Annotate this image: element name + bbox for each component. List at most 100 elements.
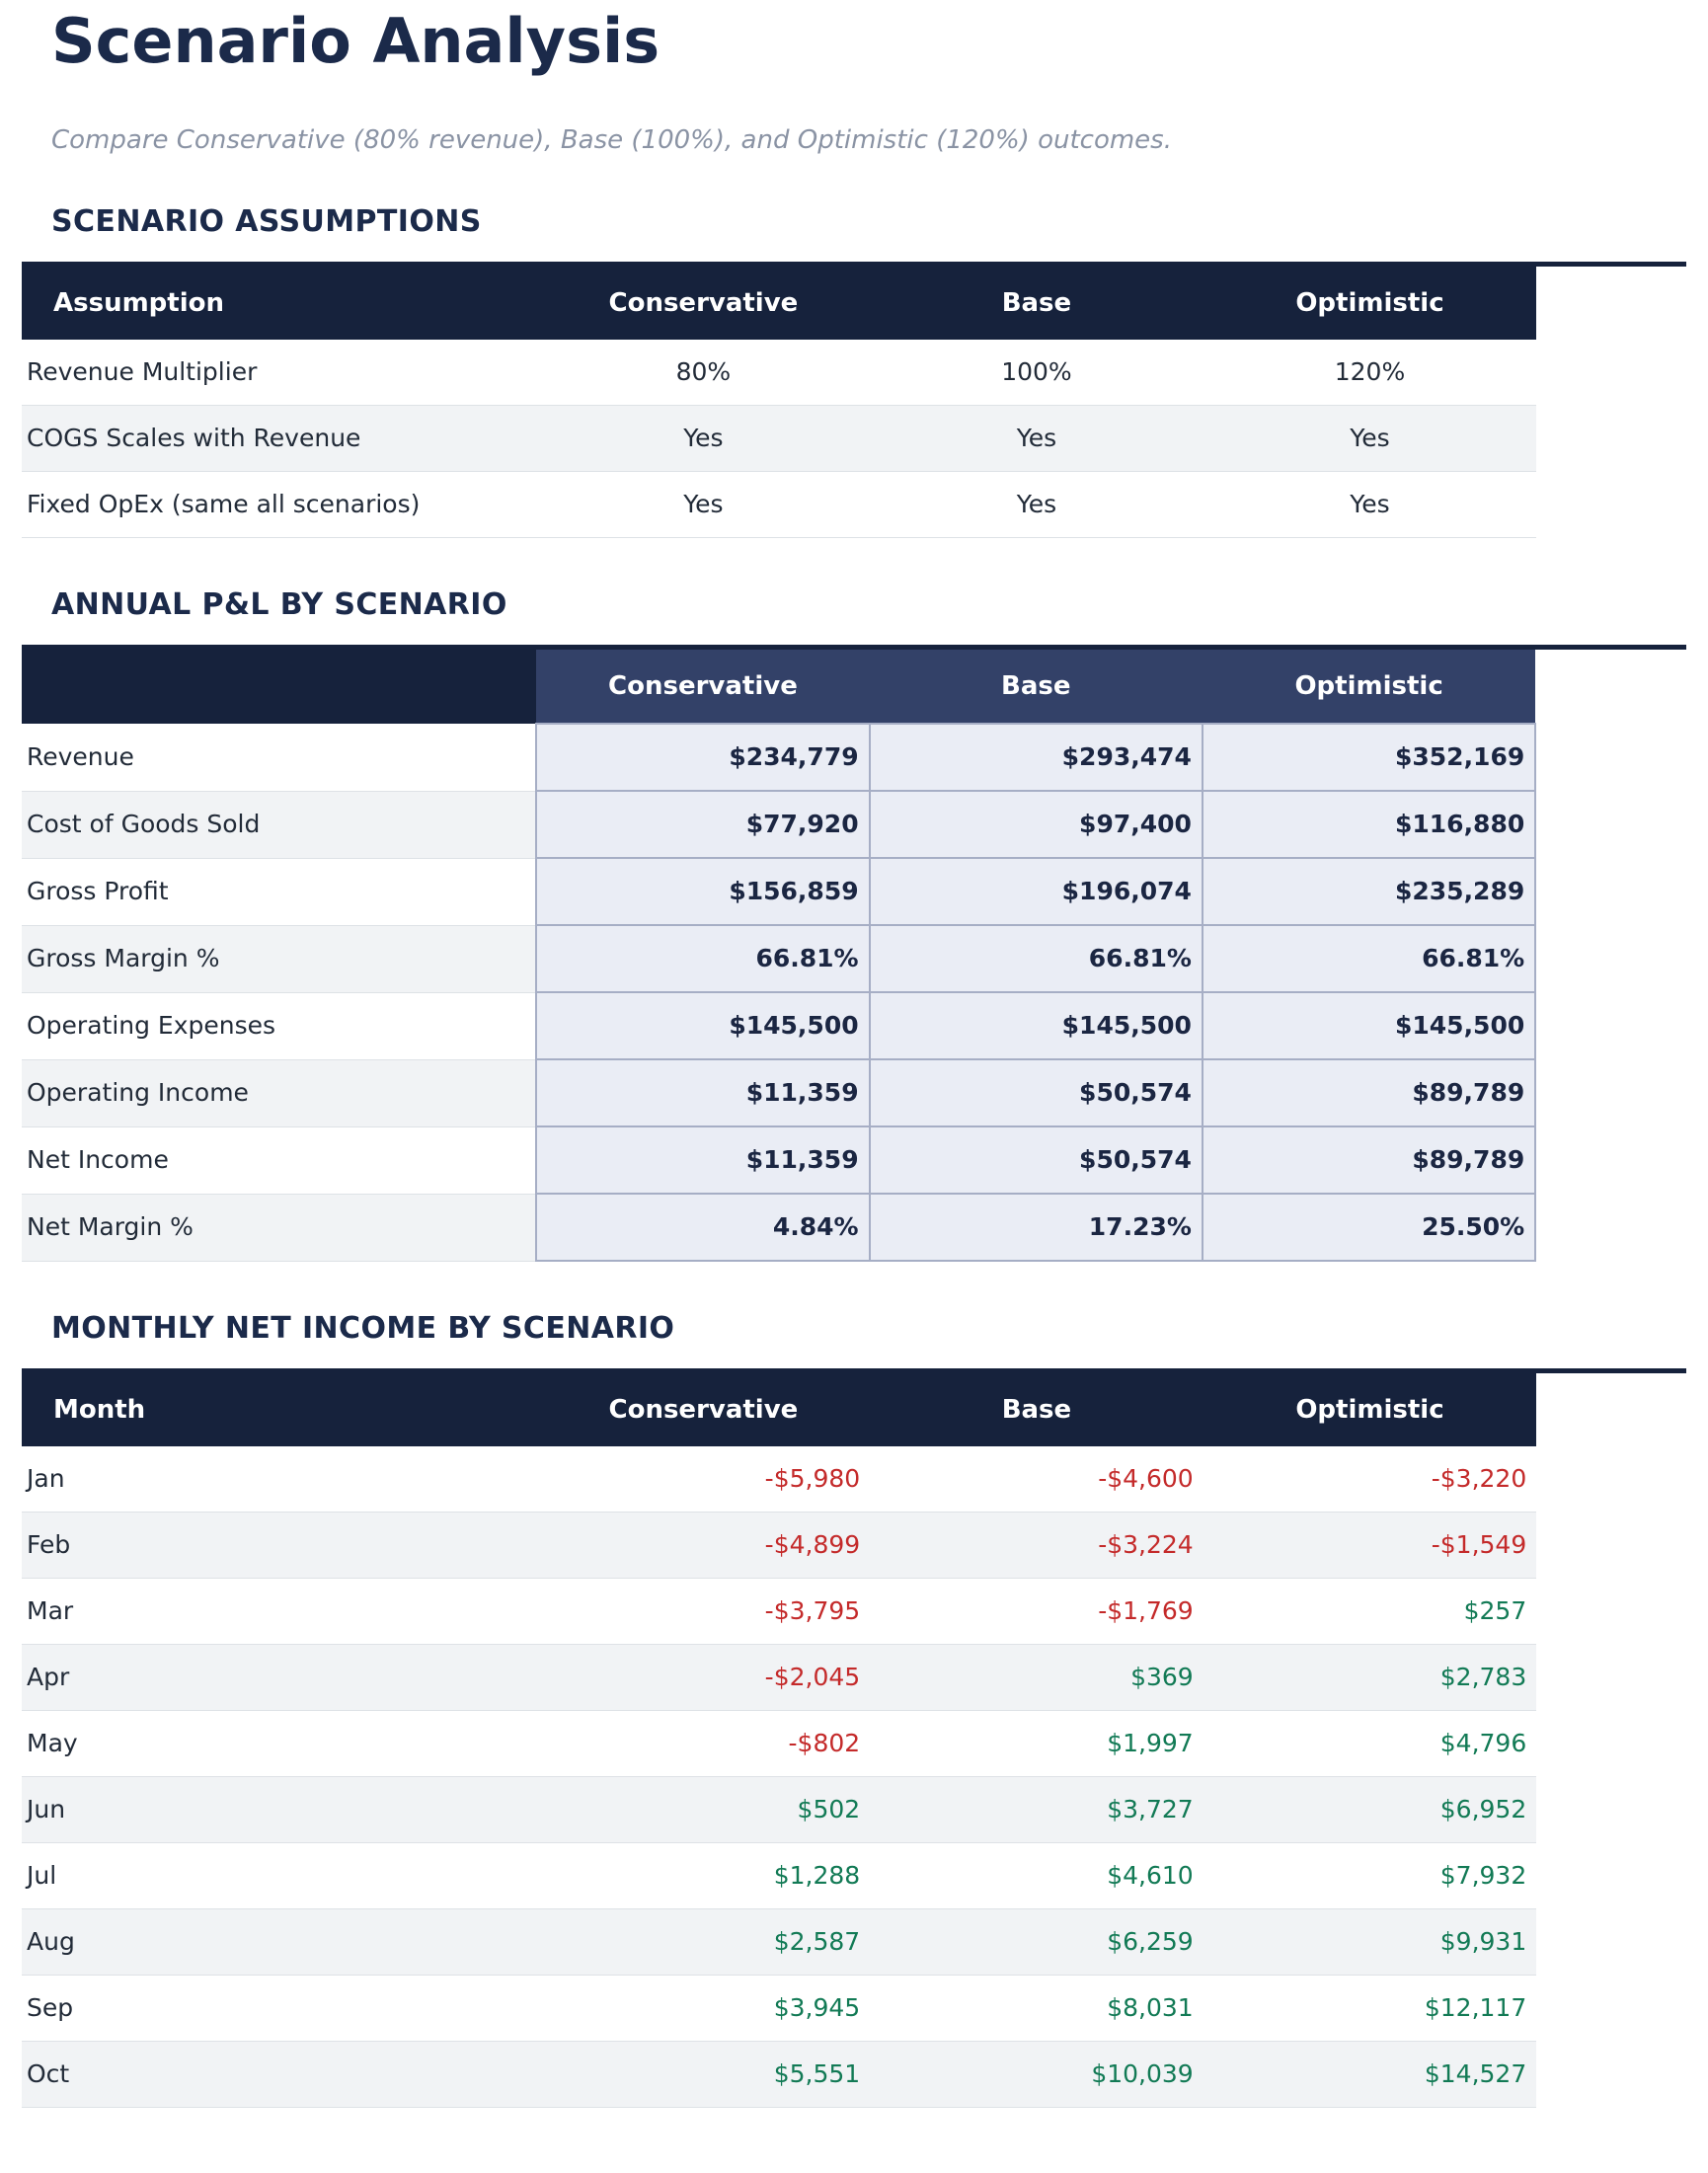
table-row: Cost of Goods Sold $77,920 $97,400 $116,… [22, 791, 1535, 858]
row-label: Aug [22, 1909, 537, 1976]
cell-value: 80% [537, 340, 871, 406]
table-row: Revenue Multiplier 80% 100% 120% [22, 340, 1536, 406]
cell-value: Yes [537, 472, 871, 538]
table-row: Revenue $234,779 $293,474 $352,169 [22, 724, 1535, 791]
cell-value: $502 [537, 1777, 871, 1843]
cell-value: $50,574 [870, 1059, 1203, 1126]
cell-value: $369 [870, 1645, 1203, 1711]
row-label: Cost of Goods Sold [22, 791, 536, 858]
row-label: Mar [22, 1579, 537, 1645]
cell-value: $2,783 [1203, 1645, 1537, 1711]
table-row: May -$802 $1,997 $4,796 [22, 1711, 1536, 1777]
cell-value: $10,039 [870, 2042, 1203, 2108]
row-label: Gross Margin % [22, 925, 536, 992]
table-row: Jul $1,288 $4,610 $7,932 [22, 1843, 1536, 1909]
cell-value: $4,610 [870, 1843, 1203, 1909]
cell-value: 100% [870, 340, 1203, 406]
cell-value: $5,551 [537, 2042, 871, 2108]
cell-value: Yes [870, 406, 1203, 472]
cell-value: Yes [537, 406, 871, 472]
column-header-optimistic: Optimistic [1203, 267, 1537, 340]
cell-value: $196,074 [870, 858, 1203, 925]
table-row: Operating Income $11,359 $50,574 $89,789 [22, 1059, 1535, 1126]
partial-clipped-row [22, 2108, 1536, 2167]
cell-value: $6,259 [870, 1909, 1203, 1976]
column-header-month: Month [22, 1373, 537, 1446]
page-subtitle: Compare Conservative (80% revenue), Base… [51, 125, 1686, 155]
cell-value: $6,952 [1203, 1777, 1537, 1843]
cell-value: $1,288 [537, 1843, 871, 1909]
cell-value: 120% [1203, 340, 1537, 406]
cell-value: -$4,600 [870, 1446, 1203, 1513]
column-header-base: Base [870, 1373, 1203, 1446]
cell-value: -$1,769 [870, 1579, 1203, 1645]
row-label: Jan [22, 1446, 537, 1513]
column-header-blank [22, 650, 536, 724]
row-label: Operating Expenses [22, 992, 536, 1059]
report-page: Scenario Analysis Compare Conservative (… [0, 6, 1708, 2167]
section-heading-assumptions: SCENARIO ASSUMPTIONS [51, 204, 1686, 240]
row-label: Jun [22, 1777, 537, 1843]
table-row: Apr -$2,045 $369 $2,783 [22, 1645, 1536, 1711]
row-label: Sep [22, 1976, 537, 2042]
cell-value: $12,117 [1203, 1976, 1537, 2042]
cell-value: $97,400 [870, 791, 1203, 858]
pnl-header-row: Conservative Base Optimistic [22, 650, 1535, 724]
cell-value: $234,779 [536, 724, 869, 791]
table-row: Mar -$3,795 -$1,769 $257 [22, 1579, 1536, 1645]
table-row: Net Income $11,359 $50,574 $89,789 [22, 1126, 1535, 1194]
table-row: Net Margin % 4.84% 17.23% 25.50% [22, 1194, 1535, 1261]
table-row: Gross Margin % 66.81% 66.81% 66.81% [22, 925, 1535, 992]
cell-value: 17.23% [870, 1194, 1203, 1261]
cell-value: -$1,549 [1203, 1513, 1537, 1579]
table-row: Sep $3,945 $8,031 $12,117 [22, 1976, 1536, 2042]
cell-value: -$3,795 [537, 1579, 871, 1645]
cell-value: -$5,980 [537, 1446, 871, 1513]
row-label: Gross Profit [22, 858, 536, 925]
cell-value: $11,359 [536, 1126, 869, 1194]
assumptions-table-wrap: Assumption Conservative Base Optimistic … [22, 262, 1686, 538]
cell-value: Yes [1203, 472, 1537, 538]
section-heading-monthly: MONTHLY NET INCOME BY SCENARIO [51, 1311, 1686, 1347]
row-label: Revenue [22, 724, 536, 791]
table-row: Jan -$5,980 -$4,600 -$3,220 [22, 1446, 1536, 1513]
cell-value: $89,789 [1203, 1126, 1535, 1194]
cell-value: Yes [1203, 406, 1537, 472]
cell-value: 66.81% [536, 925, 869, 992]
column-header-optimistic: Optimistic [1203, 650, 1535, 724]
cell-value: $3,727 [870, 1777, 1203, 1843]
cell-value: 25.50% [1203, 1194, 1535, 1261]
cell-value: -$3,224 [870, 1513, 1203, 1579]
cell-value: $145,500 [870, 992, 1203, 1059]
column-header-base: Base [870, 650, 1203, 724]
cell-value: $2,587 [537, 1909, 871, 1976]
cell-value: -$3,220 [1203, 1446, 1537, 1513]
section-heading-pnl: ANNUAL P&L BY SCENARIO [51, 587, 1686, 623]
row-label: Oct [22, 2042, 537, 2108]
table-row: Aug $2,587 $6,259 $9,931 [22, 1909, 1536, 1976]
cell-value: $116,880 [1203, 791, 1535, 858]
cell-value: $14,527 [1203, 2042, 1537, 2108]
cell-value: 66.81% [1203, 925, 1535, 992]
row-label: Net Margin % [22, 1194, 536, 1261]
column-header-conservative: Conservative [537, 1373, 871, 1446]
cell-value: Yes [870, 472, 1203, 538]
cell-value: $235,289 [1203, 858, 1535, 925]
cell-value: 4.84% [536, 1194, 869, 1261]
table-row: COGS Scales with Revenue Yes Yes Yes [22, 406, 1536, 472]
cell-value: $3,945 [537, 1976, 871, 2042]
monthly-table-wrap: Month Conservative Base Optimistic Jan -… [22, 1368, 1686, 2167]
row-label: May [22, 1711, 537, 1777]
row-label: Net Income [22, 1126, 536, 1194]
cell-value: $50,574 [870, 1126, 1203, 1194]
column-header-conservative: Conservative [536, 650, 869, 724]
column-header-conservative: Conservative [537, 267, 871, 340]
partial-row-cell [22, 2108, 1536, 2167]
cell-value: -$2,045 [537, 1645, 871, 1711]
column-header-assumption: Assumption [22, 267, 537, 340]
table-row: Gross Profit $156,859 $196,074 $235,289 [22, 858, 1535, 925]
table-row: Operating Expenses $145,500 $145,500 $14… [22, 992, 1535, 1059]
table-row: Fixed OpEx (same all scenarios) Yes Yes … [22, 472, 1536, 538]
table-row: Feb -$4,899 -$3,224 -$1,549 [22, 1513, 1536, 1579]
cell-value: $145,500 [536, 992, 869, 1059]
